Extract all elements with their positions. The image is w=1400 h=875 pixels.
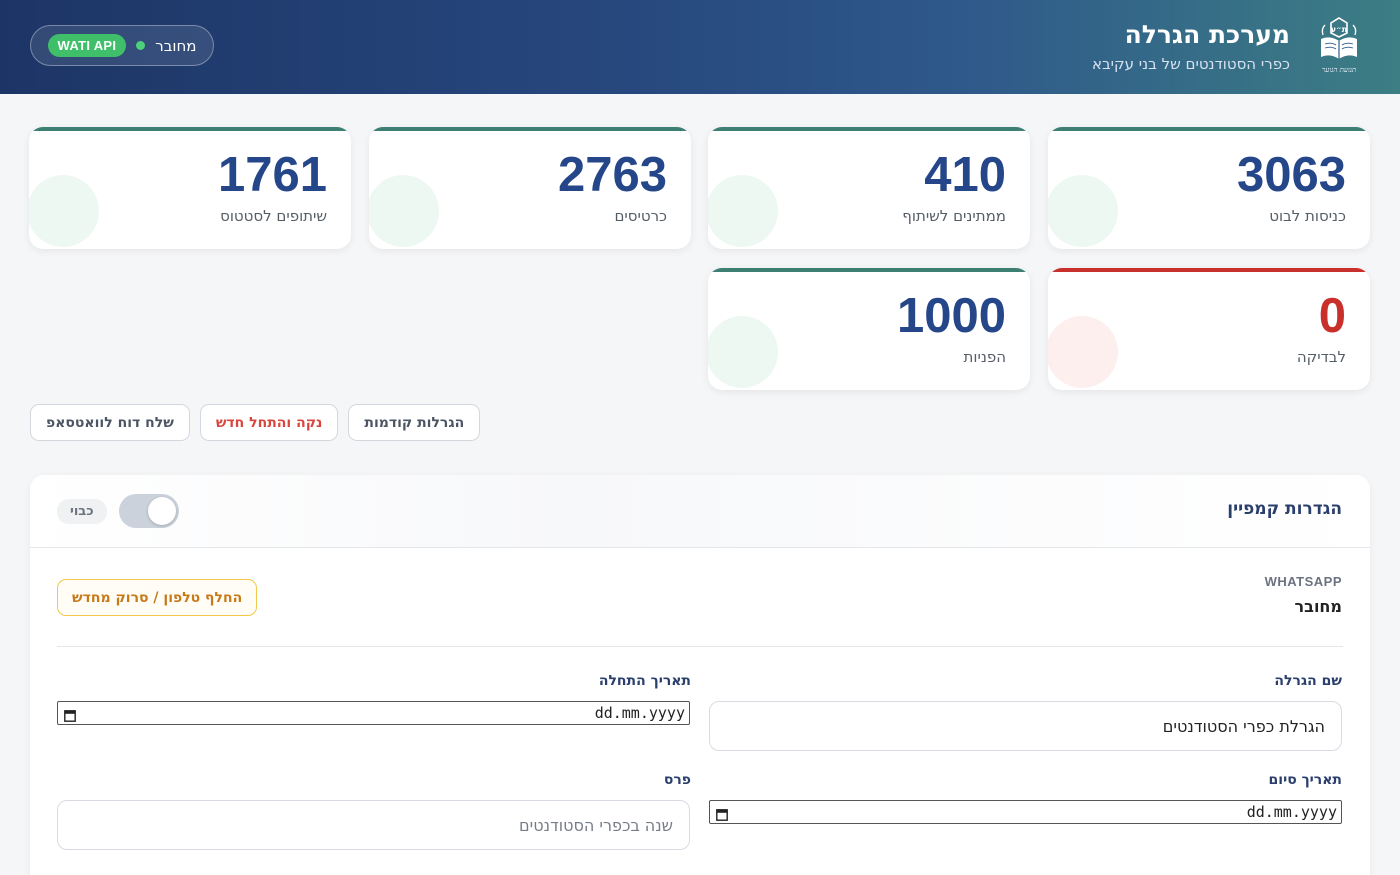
campaign-toggle-switch[interactable] [118,494,179,528]
replace-phone-button[interactable]: החלף טלפון / סרוק מחדש [57,579,258,616]
wati-api-badge: WATI API [47,34,127,57]
stat-card-referrals: 1000 הפניות [708,268,1030,390]
whatsapp-status: מחובר [1294,597,1342,616]
stat-label: שיתופים לסטטוס [220,207,327,225]
stat-label: כרטיסים [614,207,667,225]
brand: ת״ע תנועת הנוער מערכת הגרלה כפרי הסטודנט… [1092,14,1366,78]
stat-value: 410 [924,148,1006,202]
previous-raffles-button[interactable]: הגרלות קודמות [348,404,481,441]
end-date-input[interactable]: dd.mm.yyyy [709,800,1342,824]
stat-card-to-review: 0 לבדיקה [1048,268,1370,390]
end-date-value: dd.mm.yyyy [1246,803,1337,821]
toggle-state-badge: כבוי [57,498,107,524]
reset-button[interactable]: נקה והתחל חדש [199,404,339,441]
action-bar: הגרלות קודמות נקה והתחל חדש שלח דוח לווא… [30,404,481,441]
panel-header: הגדרות קמפיין כבוי [30,475,1370,548]
book-emblem-icon: ת״ע תנועת הנוער [1312,15,1366,77]
stat-card-bot-entries: 3063 כניסות לבוט [1048,127,1370,249]
app-header: ת״ע תנועת הנוער מערכת הגרלה כפרי הסטודנט… [0,0,1400,94]
divider [57,646,1343,647]
campaign-toggle-group: כבוי [57,494,179,528]
toggle-knob [147,497,176,525]
stat-value: 0 [1318,289,1346,343]
whatsapp-label: WHATSAPP [1264,574,1342,589]
start-date-value: dd.mm.yyyy [594,704,685,722]
stat-value: 2763 [557,148,667,202]
logo-letters: ת״ע [1331,25,1347,34]
end-date-label: תאריך סיום [1268,772,1342,788]
whatsapp-status-block: WHATSAPP מחובר [1265,574,1342,616]
stat-card-tickets: 2763 כרטיסים [369,127,691,249]
app-title: מערכת הגרלה [1124,20,1290,49]
stat-value: 3063 [1236,148,1346,202]
start-date-input[interactable]: dd.mm.yyyy [57,701,690,725]
campaign-settings-panel: הגדרות קמפיין כבוי WHATSAPP מחובר החלף ט… [30,475,1370,875]
stat-card-pending-share: 410 ממתינים לשיתוף [708,127,1030,249]
raffle-name-label: שם הגרלה [1274,673,1342,689]
stat-card-status-shares: 1761 שיתופים לסטטוס [29,127,351,249]
stat-label: לבדיקה [1296,348,1346,366]
stat-label: הפניות [963,348,1006,366]
app-subtitle: כפרי הסטודנטים של בני עקיבא [1091,55,1290,73]
calendar-icon[interactable] [716,806,728,821]
status-dot-icon [136,41,146,50]
brand-text: מערכת הגרלה כפרי הסטודנטים של בני עקיבא [1092,19,1290,73]
logo-caption: תנועת הנוער [1321,66,1357,74]
raffle-name-input[interactable] [709,701,1342,751]
connection-label: מחובר [155,36,197,55]
send-whatsapp-report-button[interactable]: שלח דוח לוואטסאפ [30,404,190,441]
stat-value: 1761 [217,148,327,202]
stat-label: ממתינים לשיתוף [902,207,1006,225]
prize-input[interactable] [57,800,690,850]
stat-value: 1000 [896,289,1006,343]
panel-title: הגדרות קמפיין [1227,499,1342,519]
start-date-label: תאריך התחלה [598,673,691,689]
prize-label: פרס [663,772,691,788]
calendar-icon[interactable] [64,707,76,722]
stat-label: כניסות לבוט [1269,207,1346,225]
connection-status[interactable]: מחובר WATI API [30,25,214,66]
